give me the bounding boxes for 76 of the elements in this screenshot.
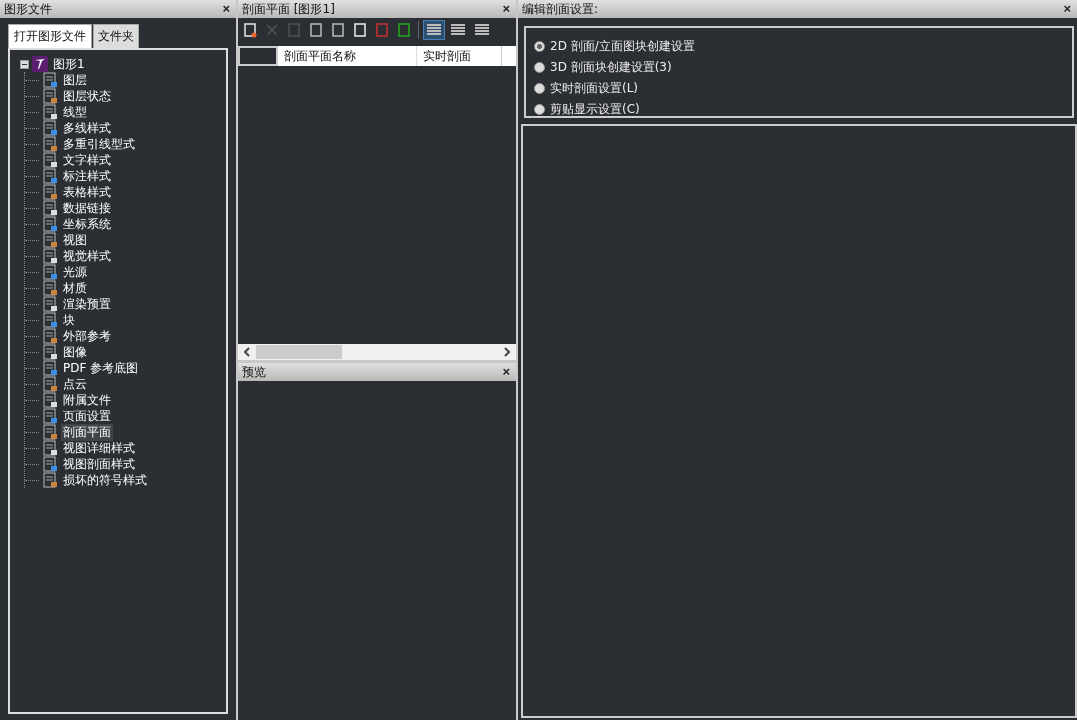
tree-item[interactable]: 坐标系统: [61, 215, 113, 233]
document-icon: [42, 440, 58, 456]
list-view-icon[interactable]: [423, 20, 445, 40]
tree-item[interactable]: 材质: [61, 279, 89, 297]
document-icon: [42, 184, 58, 200]
document-icon: [42, 328, 58, 344]
tree-item[interactable]: 多线样式: [61, 119, 113, 137]
panel-title: 预览: [242, 363, 266, 381]
document-icon: [42, 104, 58, 120]
tree-item[interactable]: 多重引线型式: [61, 135, 137, 153]
document-icon: [42, 360, 58, 376]
drawing-file-icon: [32, 56, 48, 72]
document-icon: [42, 72, 58, 88]
tree-item[interactable]: 点云: [61, 375, 89, 393]
tree-item[interactable]: 线型: [61, 103, 89, 121]
horizontal-scrollbar[interactable]: [238, 344, 516, 360]
radio-option[interactable]: 2D 剖面/立面图块创建设置: [534, 38, 1064, 54]
document-icon: [42, 424, 58, 440]
document-icon: [42, 392, 58, 408]
tree-item[interactable]: 图形1: [51, 55, 87, 73]
tree-item[interactable]: 图层状态: [61, 87, 113, 105]
document-icon: [42, 168, 58, 184]
document-icon: [42, 264, 58, 280]
tree-item[interactable]: 图像: [61, 343, 89, 361]
document-icon: [42, 152, 58, 168]
scroll-right-icon[interactable]: [502, 347, 512, 357]
document-icon: [42, 216, 58, 232]
close-button[interactable]: ×: [220, 2, 232, 16]
panel-title: 图形文件: [4, 0, 52, 18]
document-icon: [42, 344, 58, 360]
tree-item[interactable]: 视图详细样式: [61, 439, 137, 457]
document-icon: [42, 88, 58, 104]
document-icon: [42, 408, 58, 424]
tree-item[interactable]: 标注样式: [61, 167, 113, 185]
tree-item[interactable]: 剖面平面: [61, 423, 113, 441]
close-button[interactable]: ×: [1061, 2, 1073, 16]
radio-option[interactable]: 3D 剖面块创建设置(3): [534, 59, 1064, 75]
scroll-left-icon[interactable]: [242, 347, 252, 357]
document-icon: [42, 232, 58, 248]
tree-item[interactable]: 块: [61, 311, 77, 329]
tree-item[interactable]: PDF 参考底图: [61, 359, 141, 377]
document-icon: [42, 472, 58, 488]
column-header[interactable]: 实时剖面: [417, 46, 502, 66]
tree-item[interactable]: 附属文件: [61, 391, 113, 409]
document-icon: [42, 248, 58, 264]
tree-item[interactable]: 视觉样式: [61, 247, 113, 265]
document-icon: [42, 280, 58, 296]
tree-item[interactable]: 外部参考: [61, 327, 113, 345]
tab[interactable]: 文件夹: [93, 24, 139, 48]
tree-item[interactable]: 渲染预置: [61, 295, 113, 313]
tab[interactable]: 打开图形文件: [8, 24, 92, 48]
document-icon: [42, 120, 58, 136]
tree-item[interactable]: 视图: [61, 231, 89, 249]
tree-item[interactable]: 页面设置: [61, 407, 113, 425]
tree-item[interactable]: 表格样式: [61, 183, 113, 201]
tree-item[interactable]: 光源: [61, 263, 89, 281]
scroll-thumb[interactable]: [256, 345, 342, 359]
tree-item[interactable]: 损坏的符号样式: [61, 471, 149, 489]
document-icon: [42, 376, 58, 392]
document-icon: [42, 456, 58, 472]
radio-option[interactable]: 实时剖面设置(L): [534, 80, 1064, 96]
document-icon: [42, 200, 58, 216]
close-button[interactable]: ×: [500, 365, 512, 379]
radio-option[interactable]: 剪贴显示设置(C): [534, 101, 1064, 117]
document-icon: [42, 312, 58, 328]
collapse-toggle[interactable]: [20, 59, 29, 69]
close-button[interactable]: ×: [500, 2, 512, 16]
column-header[interactable]: 剖面平面名称: [278, 46, 417, 66]
document-icon: [42, 296, 58, 312]
tree-item[interactable]: 视图剖面样式: [61, 455, 137, 473]
panel-title: 剖面平面 [图形1]: [242, 0, 335, 18]
tree-item[interactable]: 图层: [61, 71, 89, 89]
panel-title: 编辑剖面设置:: [522, 0, 599, 18]
tree-item[interactable]: 数据链接: [61, 199, 113, 217]
tree-item[interactable]: 文字样式: [61, 151, 113, 169]
document-icon: [42, 136, 58, 152]
